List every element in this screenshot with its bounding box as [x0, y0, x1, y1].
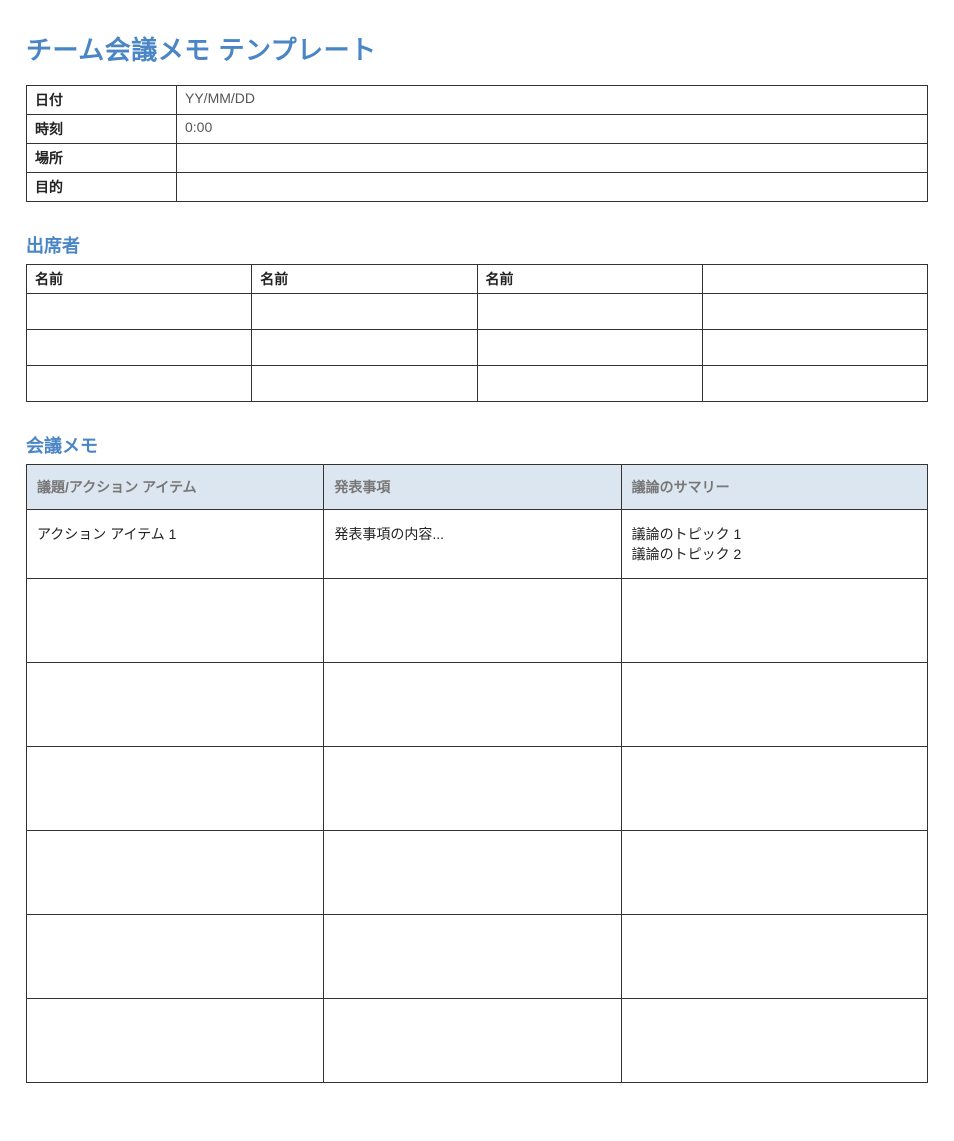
attendee-cell[interactable] [702, 366, 927, 402]
notes-cell-summary[interactable] [621, 999, 927, 1083]
attendee-row [27, 294, 928, 330]
notes-cell-summary[interactable] [621, 663, 927, 747]
notes-cell-agenda[interactable] [27, 747, 324, 831]
attendee-row [27, 366, 928, 402]
notes-row [27, 915, 928, 999]
notes-cell-present[interactable]: 発表事項の内容... [324, 510, 621, 579]
page-title: チーム会議メモ テンプレート [26, 30, 928, 67]
attendee-row [27, 330, 928, 366]
notes-cell-summary[interactable] [621, 915, 927, 999]
notes-col-present: 発表事項 [324, 465, 621, 510]
notes-row [27, 663, 928, 747]
attendee-cell[interactable] [252, 330, 477, 366]
notes-col-agenda: 議題/アクション アイテム [27, 465, 324, 510]
notes-cell-present[interactable] [324, 831, 621, 915]
attendee-cell[interactable] [477, 294, 702, 330]
info-value-date[interactable]: YY/MM/DD [177, 86, 928, 115]
notes-cell-summary[interactable] [621, 579, 927, 663]
notes-row [27, 999, 928, 1083]
notes-cell-agenda[interactable]: アクション アイテム 1 [27, 510, 324, 579]
info-row-place: 場所 [27, 144, 928, 173]
info-value-place[interactable] [177, 144, 928, 173]
attendees-col-2: 名前 [252, 265, 477, 294]
summary-topic: 議論のトピック 2 [632, 544, 917, 564]
attendee-cell[interactable] [477, 330, 702, 366]
attendees-col-3: 名前 [477, 265, 702, 294]
notes-cell-agenda[interactable] [27, 831, 324, 915]
info-row-time: 時刻 0:00 [27, 115, 928, 144]
notes-row [27, 579, 928, 663]
notes-cell-summary[interactable] [621, 831, 927, 915]
attendee-cell[interactable] [702, 330, 927, 366]
notes-cell-summary[interactable] [621, 747, 927, 831]
notes-cell-present[interactable] [324, 915, 621, 999]
notes-cell-agenda[interactable] [27, 915, 324, 999]
notes-row [27, 747, 928, 831]
attendees-col-4 [702, 265, 927, 294]
attendees-col-1: 名前 [27, 265, 252, 294]
attendee-cell[interactable] [27, 294, 252, 330]
notes-cell-agenda[interactable] [27, 663, 324, 747]
attendee-cell[interactable] [27, 330, 252, 366]
info-row-purpose: 目的 [27, 173, 928, 202]
notes-cell-summary[interactable]: 議論のトピック 1 議論のトピック 2 [621, 510, 927, 579]
info-label-time: 時刻 [27, 115, 177, 144]
attendees-table: 名前 名前 名前 [26, 264, 928, 402]
notes-cell-agenda[interactable] [27, 999, 324, 1083]
notes-cell-present[interactable] [324, 999, 621, 1083]
attendees-heading: 出席者 [26, 232, 928, 258]
notes-row [27, 831, 928, 915]
notes-cell-present[interactable] [324, 579, 621, 663]
notes-table: 議題/アクション アイテム 発表事項 議論のサマリー アクション アイテム 1 … [26, 464, 928, 1083]
info-value-purpose[interactable] [177, 173, 928, 202]
info-label-date: 日付 [27, 86, 177, 115]
info-value-time[interactable]: 0:00 [177, 115, 928, 144]
attendee-cell[interactable] [702, 294, 927, 330]
notes-cell-present[interactable] [324, 663, 621, 747]
attendee-cell[interactable] [27, 366, 252, 402]
info-label-purpose: 目的 [27, 173, 177, 202]
attendee-cell[interactable] [252, 294, 477, 330]
notes-heading: 会議メモ [26, 432, 928, 458]
notes-row: アクション アイテム 1 発表事項の内容... 議論のトピック 1 議論のトピッ… [27, 510, 928, 579]
info-table: 日付 YY/MM/DD 時刻 0:00 場所 目的 [26, 85, 928, 202]
notes-col-summary: 議論のサマリー [621, 465, 927, 510]
info-row-date: 日付 YY/MM/DD [27, 86, 928, 115]
summary-topic: 議論のトピック 1 [632, 524, 917, 544]
info-label-place: 場所 [27, 144, 177, 173]
notes-cell-present[interactable] [324, 747, 621, 831]
attendee-cell[interactable] [477, 366, 702, 402]
attendee-cell[interactable] [252, 366, 477, 402]
notes-cell-agenda[interactable] [27, 579, 324, 663]
